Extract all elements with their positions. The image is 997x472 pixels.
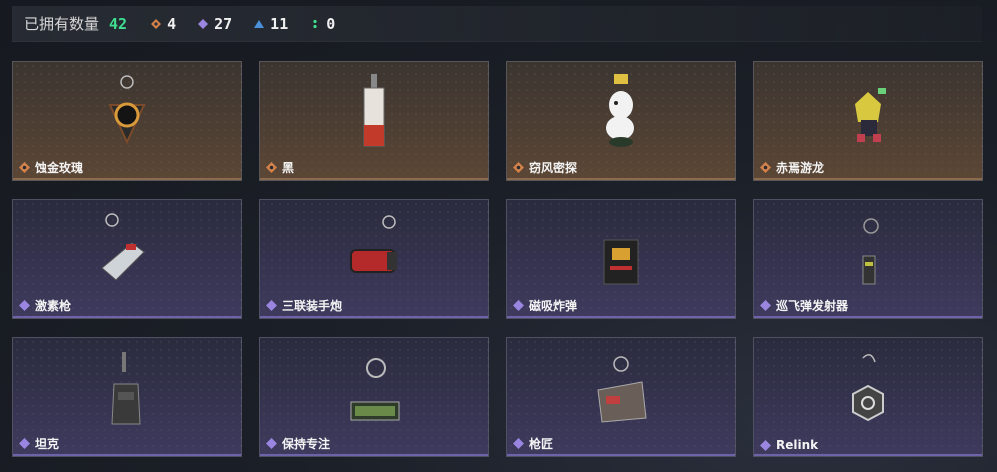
- item-name: 赤焉游龙: [776, 161, 825, 175]
- stat-purple: 27: [198, 15, 232, 33]
- orange-diamond-icon: [19, 162, 30, 173]
- item-name: 磁吸炸弹: [529, 299, 578, 313]
- item-card[interactable]: 激素枪: [12, 199, 242, 319]
- purple-diamond-icon: [19, 438, 30, 449]
- purple-diamond-icon: [19, 300, 30, 311]
- purple-diamond-icon: [198, 18, 209, 29]
- item-name: 三联装手炮: [282, 299, 343, 313]
- stat-green-value: 0: [326, 14, 336, 33]
- hormone-gun-charm-icon: [101, 213, 145, 281]
- item-name: 窃风密探: [529, 161, 578, 175]
- item-card[interactable]: 赤焉游龙: [753, 61, 983, 181]
- rose-charm-icon: [108, 75, 146, 145]
- owned-count-label: 已拥有数量: [24, 15, 100, 33]
- orange-diamond-icon: [760, 162, 771, 173]
- stat-blue: 11: [254, 15, 288, 33]
- purple-diamond-icon: [513, 300, 524, 311]
- sticky-bomb-charm-icon: [603, 239, 639, 285]
- item-label: 磁吸炸弹: [513, 297, 577, 314]
- gunsmith-charm-icon: [597, 356, 647, 423]
- item-name: 黑: [282, 161, 295, 175]
- item-label: 巡飞弹发射器: [760, 297, 848, 314]
- item-card[interactable]: 枪匠: [506, 337, 736, 457]
- item-label: 激素枪: [19, 297, 71, 314]
- orange-diamond-icon: [266, 162, 277, 173]
- owned-count-value: 42: [109, 14, 128, 33]
- item-card[interactable]: 磁吸炸弹: [506, 199, 736, 319]
- purple-diamond-icon: [760, 439, 771, 451]
- spy-figure-charm-icon: [606, 74, 634, 147]
- item-name: 坦克: [35, 437, 60, 451]
- green-dots-icon: [313, 19, 317, 28]
- item-card[interactable]: 坦克: [12, 337, 242, 457]
- item-name: 巡飞弹发射器: [776, 299, 849, 313]
- orange-diamond-icon: [151, 18, 162, 29]
- collection-summary-bar: 已拥有数量 42 4 27 11 0: [12, 6, 982, 42]
- item-name: Relink: [776, 438, 819, 452]
- orange-diamond-icon: [513, 162, 524, 173]
- item-name: 保持专注: [282, 437, 331, 451]
- blue-triangle-icon: [254, 19, 265, 28]
- relink-badge-charm-icon: [852, 354, 884, 422]
- purple-diamond-icon: [266, 438, 277, 449]
- item-label: 坦克: [19, 435, 59, 452]
- item-label: Relink: [760, 438, 818, 452]
- item-card[interactable]: 黑: [259, 61, 489, 181]
- item-card[interactable]: Relink: [753, 337, 983, 457]
- item-label: 窃风密探: [513, 159, 577, 176]
- purple-diamond-icon: [760, 300, 771, 311]
- item-card[interactable]: 窃风密探: [506, 61, 736, 181]
- missile-launcher-charm-icon: [862, 218, 879, 285]
- purple-diamond-icon: [513, 438, 524, 449]
- stat-blue-value: 11: [270, 14, 289, 33]
- stat-orange-value: 4: [167, 14, 177, 33]
- dragon-figure-charm-icon: [855, 88, 886, 142]
- black-tag-charm-icon: [363, 74, 385, 147]
- stat-purple-value: 27: [214, 14, 233, 33]
- item-label: 保持专注: [266, 435, 330, 452]
- tank-charm-icon: [111, 352, 141, 425]
- item-name: 枪匠: [529, 437, 554, 451]
- item-card[interactable]: 巡飞弹发射器: [753, 199, 983, 319]
- item-card[interactable]: 保持专注: [259, 337, 489, 457]
- item-card[interactable]: 三联装手炮: [259, 199, 489, 319]
- item-label: 蚀金玫瑰: [19, 159, 83, 176]
- hand-cannon-charm-icon: [350, 215, 397, 273]
- stay-focused-tag-charm-icon: [350, 358, 400, 421]
- stat-green: 0: [310, 15, 335, 33]
- item-label: 黑: [266, 159, 294, 176]
- item-grid: 蚀金玫瑰 黑 窃风密探 赤焉游龙 激素枪 三联装手炮 磁吸炸弹 巡飞弹发射器 坦…: [12, 61, 983, 457]
- item-label: 三联装手炮: [266, 297, 342, 314]
- item-name: 激素枪: [35, 299, 72, 313]
- item-name: 蚀金玫瑰: [35, 161, 84, 175]
- item-label: 枪匠: [513, 435, 553, 452]
- purple-diamond-icon: [266, 300, 277, 311]
- stat-orange: 4: [151, 15, 176, 33]
- item-label: 赤焉游龙: [760, 159, 824, 176]
- item-card[interactable]: 蚀金玫瑰: [12, 61, 242, 181]
